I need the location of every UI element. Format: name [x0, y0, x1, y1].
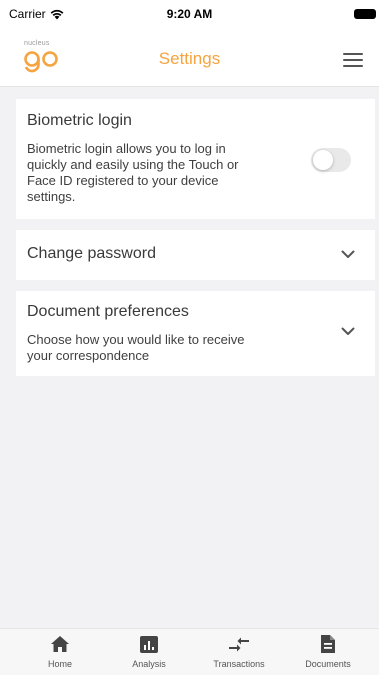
tab-analysis-label: Analysis	[132, 659, 166, 669]
tab-documents[interactable]: Documents	[288, 633, 368, 673]
biometric-login-toggle[interactable]	[311, 148, 351, 172]
tab-transactions[interactable]: Transactions	[199, 633, 279, 673]
home-icon	[51, 636, 69, 652]
document-icon	[321, 635, 335, 653]
tab-transactions-label: Transactions	[213, 659, 265, 669]
change-password-row[interactable]: Change password	[16, 230, 375, 280]
document-preferences-title: Document preferences	[27, 303, 189, 320]
page-title: Settings	[158, 49, 221, 68]
chevron-down-icon	[341, 327, 355, 335]
bottom-tab-bar: Home Analysis Transactions Documents	[0, 628, 379, 675]
analysis-chart-icon	[140, 636, 158, 653]
biometric-login-description: Biometric login allows you to log in qui…	[27, 141, 239, 204]
document-preferences-row[interactable]: Document preferences Choose how you woul…	[16, 291, 375, 376]
chevron-down-icon	[341, 250, 355, 258]
battery-icon	[354, 9, 376, 19]
tab-documents-label: Documents	[305, 659, 351, 669]
tab-home[interactable]: Home	[20, 633, 100, 673]
tab-home-label: Home	[47, 659, 72, 669]
status-bar: Carrier 9:20 AM	[0, 0, 379, 30]
status-time: 9:20 AM	[166, 7, 213, 21]
transactions-arrows-icon	[229, 637, 249, 652]
hamburger-menu-icon[interactable]	[343, 53, 363, 67]
document-preferences-description: Choose how you would like to receive you…	[27, 332, 245, 363]
logo-small-text: nucleus	[24, 40, 50, 47]
biometric-login-card: Biometric login Biometric login allows y…	[16, 99, 375, 219]
tab-analysis[interactable]: Analysis	[109, 633, 189, 673]
app-header: nucleus Settings	[0, 30, 379, 87]
toggle-knob	[313, 150, 333, 170]
change-password-title: Change password	[27, 245, 156, 262]
biometric-login-title: Biometric login	[27, 112, 132, 129]
